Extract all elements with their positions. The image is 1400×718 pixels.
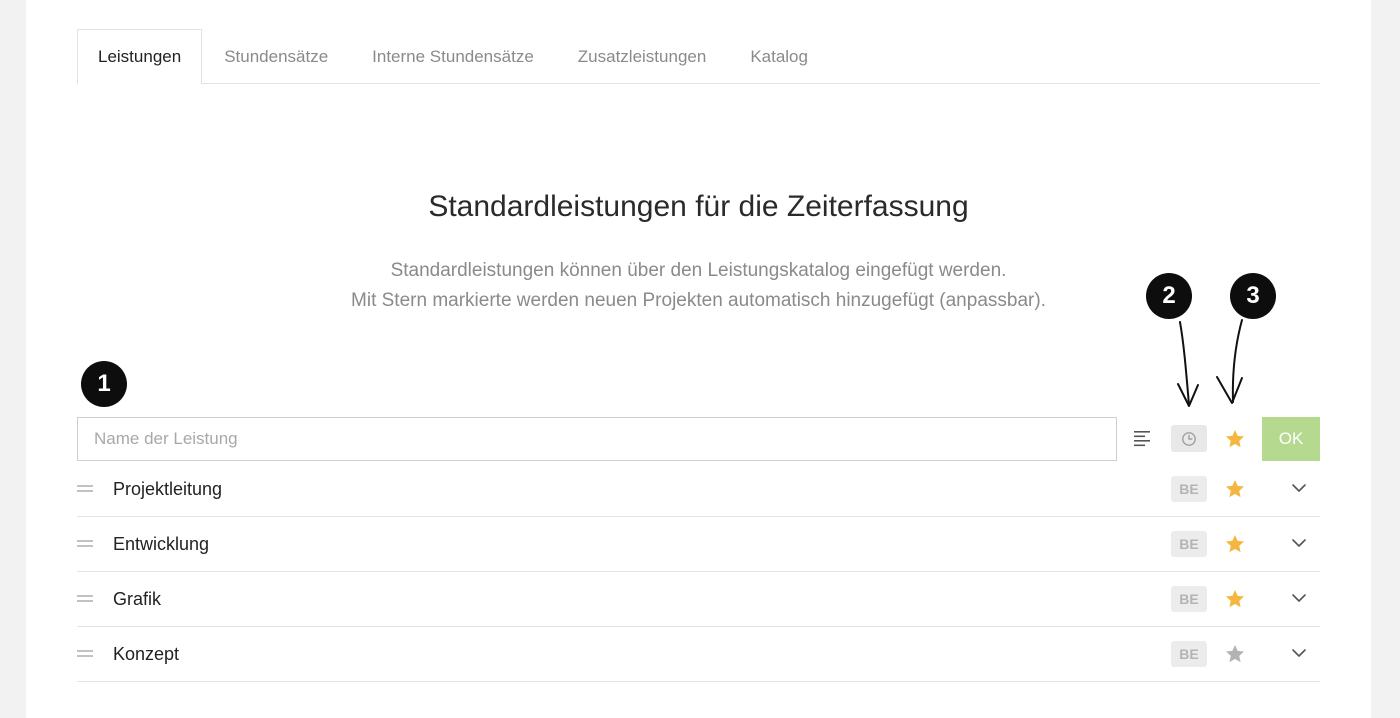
tab-zusatzleistungen[interactable]: Zusatzleistungen: [556, 29, 729, 84]
tab-stundensaetze[interactable]: Stundensätze: [202, 29, 350, 84]
tab-interne-stundensaetze[interactable]: Interne Stundensätze: [350, 29, 556, 84]
page-title: Standardleistungen für die Zeiterfassung: [428, 190, 969, 223]
be-badge[interactable]: BE: [1171, 586, 1207, 612]
star-icon[interactable]: [1224, 428, 1246, 450]
drag-handle-icon[interactable]: [77, 485, 93, 492]
be-badge[interactable]: BE: [1171, 531, 1207, 557]
annotation-badge-2: 2: [1146, 273, 1192, 319]
service-row: Grafik BE: [77, 572, 1320, 627]
ok-button[interactable]: OK: [1262, 417, 1320, 461]
be-badge[interactable]: BE: [1171, 641, 1207, 667]
main-panel: Leistungen Stundensätze Interne Stundens…: [26, 0, 1371, 718]
drag-handle-icon[interactable]: [77, 650, 93, 657]
star-icon[interactable]: [1224, 478, 1246, 500]
service-row: Konzept BE: [77, 627, 1320, 682]
be-badge[interactable]: BE: [1171, 476, 1207, 502]
star-icon[interactable]: [1224, 643, 1246, 665]
service-label: Entwicklung: [113, 534, 210, 554]
tab-leistungen[interactable]: Leistungen: [77, 29, 203, 85]
star-icon[interactable]: [1224, 533, 1246, 555]
annotation-badge-1: 1: [81, 361, 127, 407]
service-label: Konzept: [113, 644, 180, 664]
service-label: Grafik: [113, 589, 162, 609]
service-name-input[interactable]: [77, 417, 1117, 461]
tab-katalog[interactable]: Katalog: [728, 29, 830, 84]
service-row: Projektleitung BE: [77, 462, 1320, 517]
clock-icon: [1182, 431, 1196, 446]
chevron-down-icon[interactable]: [1291, 592, 1307, 604]
align-left-icon[interactable]: [1134, 431, 1152, 447]
annotation-badge-3: 3: [1230, 273, 1276, 319]
chevron-down-icon[interactable]: [1291, 647, 1307, 659]
chevron-down-icon[interactable]: [1291, 482, 1307, 494]
drag-handle-icon[interactable]: [77, 540, 93, 547]
tab-bar: Leistungen Stundensätze Interne Stundens…: [77, 29, 1320, 85]
chevron-down-icon[interactable]: [1291, 537, 1307, 549]
service-row: Entwicklung BE: [77, 517, 1320, 572]
star-icon[interactable]: [1224, 588, 1246, 610]
service-label: Projektleitung: [113, 479, 223, 499]
drag-handle-icon[interactable]: [77, 595, 93, 602]
clock-toggle-button[interactable]: [1171, 425, 1207, 452]
